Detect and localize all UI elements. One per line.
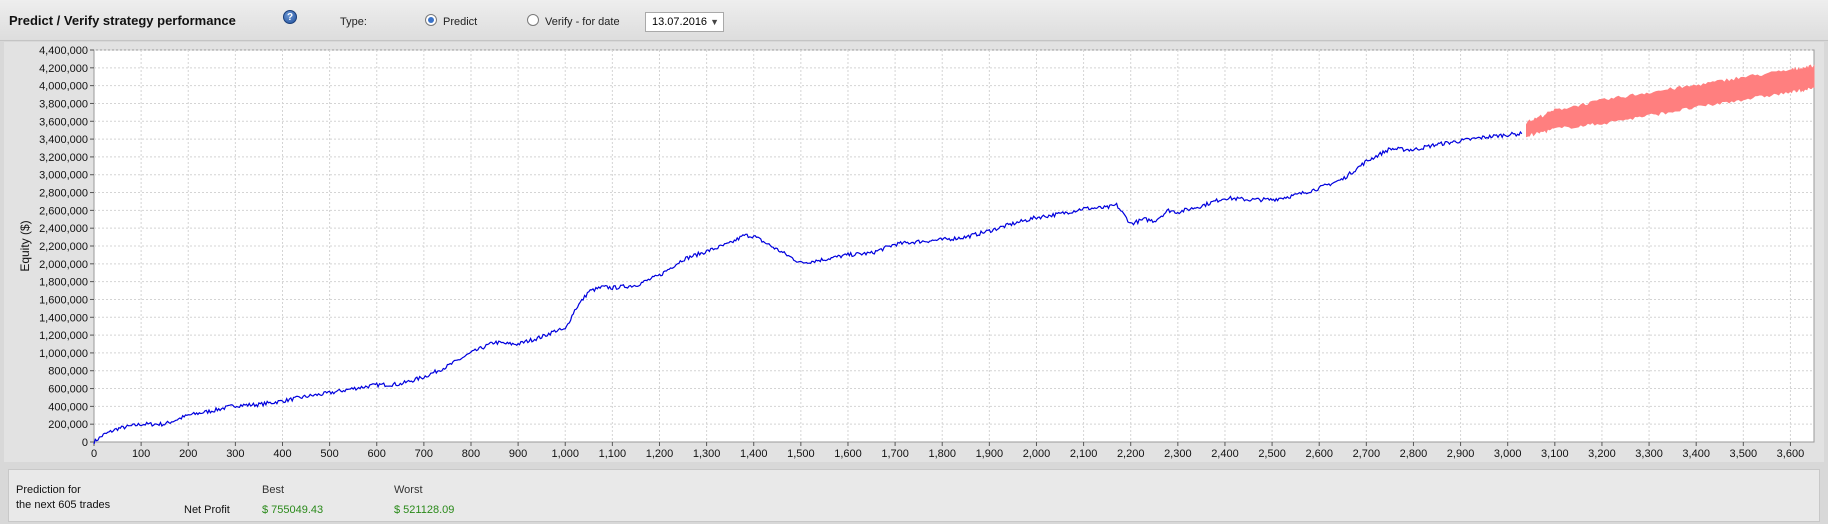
x-tick-label: 400 — [273, 448, 291, 460]
y-tick-label: 600,000 — [48, 384, 88, 396]
prediction-summary: Prediction for the next 605 trades Best … — [8, 469, 1820, 522]
y-tick-label: 3,800,000 — [39, 98, 88, 110]
chevron-down-icon: ▼ — [710, 17, 719, 27]
x-tick-label: 3,000 — [1494, 448, 1522, 460]
x-tick-label: 900 — [509, 448, 527, 460]
equity-chart: 0 200,000 400,000 600,000 800,000 1,000,000 1,… — [4, 42, 1824, 462]
y-tick-label: 3,200,000 — [39, 152, 88, 164]
toolbar: Predict / Verify strategy performance ? … — [0, 0, 1828, 41]
y-tick-label: 1,800,000 — [39, 277, 88, 289]
x-tick-label: 1,000 — [551, 448, 579, 460]
x-tick-label: 3,600 — [1777, 448, 1805, 460]
worst-header: Worst — [394, 484, 423, 496]
y-tick-label: 400,000 — [48, 401, 88, 413]
y-tick-label: 800,000 — [48, 366, 88, 378]
y-tick-label: 1,600,000 — [39, 294, 88, 306]
x-tick-label: 600 — [368, 448, 386, 460]
y-tick-label: 1,000,000 — [39, 348, 88, 360]
y-tick-label: 2,600,000 — [39, 205, 88, 217]
y-tick-label: 3,600,000 — [39, 116, 88, 128]
x-tick-label: 2,000 — [1023, 448, 1051, 460]
x-tick-label: 0 — [91, 448, 97, 460]
x-tick-label: 2,100 — [1070, 448, 1098, 460]
y-tick-label: 1,200,000 — [39, 330, 88, 342]
x-tick-label: 3,500 — [1730, 448, 1758, 460]
x-tick-label: 1,900 — [976, 448, 1004, 460]
x-tick-label: 1,500 — [787, 448, 815, 460]
y-tick-label: 2,400,000 — [39, 223, 88, 235]
equity-chart-svg: 0 200,000 400,000 600,000 800,000 1,000,000 1,… — [18, 45, 1815, 460]
date-select[interactable]: 13.07.2016 ▼ — [645, 12, 724, 32]
prediction-label-line1: Prediction for — [16, 484, 81, 496]
x-tick-label: 1,200 — [646, 448, 674, 460]
x-tick-label: 3,300 — [1635, 448, 1663, 460]
predict-radio[interactable] — [425, 14, 437, 26]
y-tick-label: 2,200,000 — [39, 241, 88, 253]
x-tick-label: 2,300 — [1164, 448, 1192, 460]
verify-radio[interactable] — [527, 14, 539, 26]
y-tick-label: 3,400,000 — [39, 134, 88, 146]
x-tick-label: 3,100 — [1541, 448, 1569, 460]
x-tick-label: 700 — [415, 448, 433, 460]
x-tick-label: 2,800 — [1400, 448, 1428, 460]
x-tick-label: 3,200 — [1588, 448, 1616, 460]
x-tick-label: 2,200 — [1117, 448, 1145, 460]
x-tick-label: 1,800 — [928, 448, 956, 460]
x-tick-label: 800 — [462, 448, 480, 460]
x-tick-label: 1,600 — [834, 448, 862, 460]
best-header: Best — [262, 484, 285, 496]
y-tick-label: 3,000,000 — [39, 170, 88, 182]
type-label: Type: — [340, 16, 367, 28]
y-tick-label: 1,400,000 — [39, 312, 88, 324]
x-tick-label: 1,300 — [693, 448, 721, 460]
help-icon[interactable]: ? — [283, 10, 297, 24]
x-tick-label: 500 — [320, 448, 338, 460]
y-tick-label: 4,200,000 — [39, 63, 88, 75]
x-tick-label: 2,700 — [1353, 448, 1381, 460]
x-tick-label: 300 — [226, 448, 244, 460]
x-tick-label: 1,400 — [740, 448, 768, 460]
x-tick-label: 200 — [179, 448, 197, 460]
verify-radio-label[interactable]: Verify - for date — [545, 16, 620, 28]
y-tick-label: 2,000,000 — [39, 259, 88, 271]
predict-radio-label[interactable]: Predict — [443, 16, 477, 28]
y-tick-label: 0 — [82, 437, 88, 449]
x-tick-label: 1,700 — [881, 448, 909, 460]
worst-net-profit: $ 521128.09 — [394, 504, 455, 516]
y-tick-label: 4,400,000 — [39, 45, 88, 57]
x-tick-label: 3,400 — [1682, 448, 1710, 460]
x-tick-label: 1,100 — [599, 448, 627, 460]
page-title: Predict / Verify strategy performance — [9, 13, 236, 28]
best-net-profit: $ 755049.43 — [262, 504, 324, 516]
y-tick-label: 4,000,000 — [39, 81, 88, 93]
x-tick-label: 2,600 — [1305, 448, 1333, 460]
x-tick-label: 100 — [132, 448, 150, 460]
net-profit-label: Net Profit — [184, 504, 230, 516]
y-tick-label: 200,000 — [48, 419, 88, 431]
prediction-label-line2: the next 605 trades — [16, 499, 111, 511]
x-tick-label: 2,500 — [1258, 448, 1286, 460]
x-tick-label: 2,900 — [1447, 448, 1475, 460]
date-value: 13.07.2016 — [652, 16, 708, 28]
x-tick-label: 2,400 — [1211, 448, 1239, 460]
y-axis-label: Equity ($) — [18, 220, 32, 271]
y-tick-label: 2,800,000 — [39, 188, 88, 200]
